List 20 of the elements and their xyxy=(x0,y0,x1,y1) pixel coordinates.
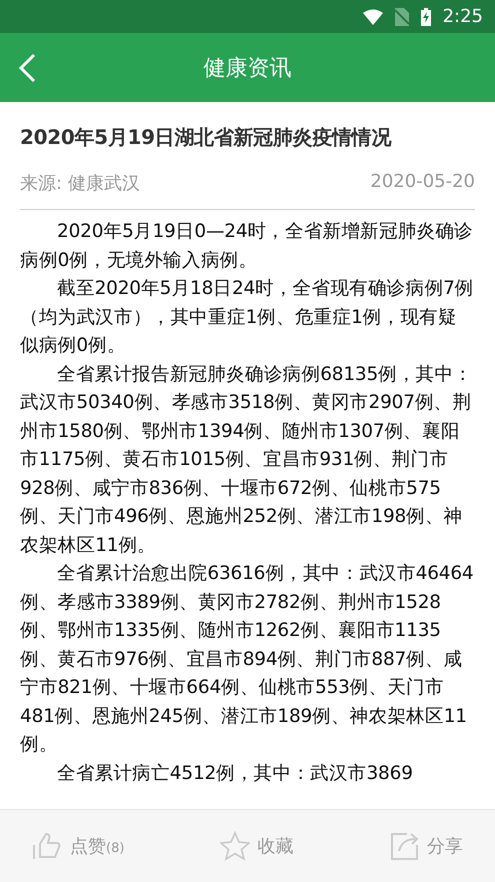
status-time: 2:25 xyxy=(442,6,483,27)
article-source: 来源: 健康武汉 xyxy=(20,172,140,195)
article-paragraph: 全省累计报告新冠肺炎确诊病例68135例，其中：武汉市50340例、孝感市3518例、黄冈市2907例、荆州市1580例、鄂州市1394例、随州市1307例、襄阳市1175例、黄石市1015例、宜昌市931例、荆门市928例、咸宁市836例、十堰市672例、仙桃市575例、天门市496例、恩施州252例、潜江市198例、神农架林区11例。 xyxy=(20,362,474,558)
star-icon xyxy=(220,831,250,861)
favorite-button[interactable]: 收藏 xyxy=(220,831,294,861)
back-icon xyxy=(18,53,36,83)
like-button[interactable]: 点赞(8) xyxy=(32,831,124,861)
article-title: 2020年5月19日湖北省新冠肺炎疫情情况 xyxy=(20,124,392,151)
share-button[interactable]: 分享 xyxy=(388,831,463,861)
wifi-icon xyxy=(362,8,383,24)
page-title: 健康资讯 xyxy=(204,54,292,82)
article-paragraph: 全省累计病亡4512例，其中：武汉市3869 xyxy=(56,762,414,786)
share-icon xyxy=(388,831,419,861)
article-paragraph: 全省累计治愈出院63616例，其中：武汉市46464例、孝感市3389例、黄冈市2782例、荆州市1528例、鄂州市1335例、随州市1262例、襄阳市1135例、黄石市976例、宜昌市894例、荆门市887例、咸宁市821例、十堰市664例、仙桃市553例、天门市481例、恩施州245例、潜江市189例、神农架林区11例。 xyxy=(20,562,475,757)
article-paragraph: 2020年5月19日0—24时，全省新增新冠肺炎确诊病例0例，无境外输入病例。 xyxy=(20,220,474,272)
no-sim-icon xyxy=(394,8,409,26)
article-paragraph: 截至2020年5月18日24时，全省现有确诊病例7例（均为武汉市），其中重症1例、危重症1例，现有疑似病例0例。 xyxy=(20,277,475,358)
thumbs-up-icon xyxy=(32,831,62,861)
battery-charging-icon xyxy=(420,8,431,26)
article-date: 2020-05-20 xyxy=(370,171,475,194)
